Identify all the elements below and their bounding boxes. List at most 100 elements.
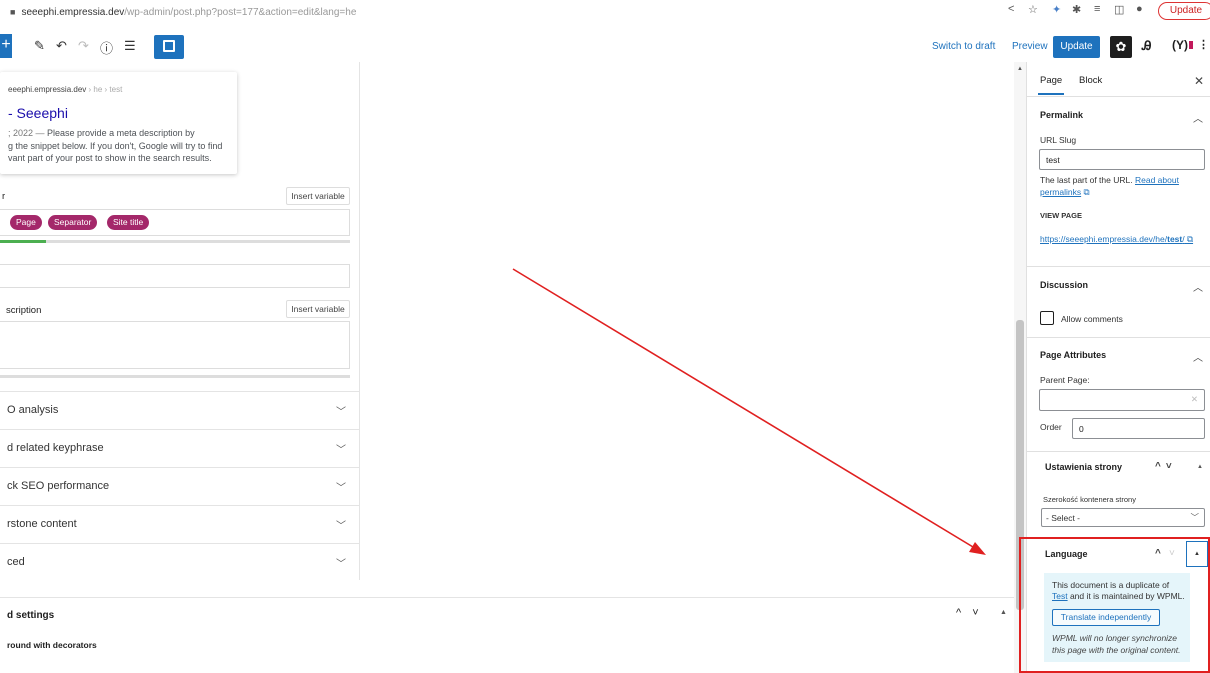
browser-url-bar[interactable]: ■ seeephi.empressia.dev /wp-admin/post.p…	[0, 0, 1210, 24]
add-block-button[interactable]: +	[0, 34, 12, 58]
undo-icon[interactable]: ↶	[56, 38, 67, 54]
variable-pill[interactable]: Page	[10, 215, 42, 230]
extension-icon[interactable]: ✦	[1052, 3, 1061, 16]
view-page-slug: test	[1167, 234, 1183, 244]
order-input[interactable]	[1072, 418, 1205, 439]
tab-page[interactable]: Page	[1040, 75, 1062, 86]
snippet-desc-line: Please provide a meta description by	[47, 128, 195, 138]
snippet-desc-line: vant part of your post to show in the se…	[8, 153, 212, 163]
chevron-down-icon: ﹀	[336, 483, 346, 494]
move-up-down-icon[interactable]: ^˅	[1155, 461, 1177, 472]
allow-comments-checkbox[interactable]	[1040, 311, 1054, 325]
snippet-url-host: eeephi.empressia.dev	[8, 85, 87, 94]
collapsible-related-keyphrase[interactable]: d related keyphrase ﹀	[0, 429, 360, 467]
redo-icon[interactable]: ↷	[78, 38, 89, 54]
order-label: Order	[1040, 422, 1062, 432]
snippet-url-path: › he › test	[86, 85, 123, 94]
url-slug-label: URL Slug	[1040, 135, 1077, 145]
chevron-up-icon[interactable]: ︿	[1193, 279, 1203, 294]
chevron-up-icon[interactable]: ︿	[1193, 349, 1203, 364]
read-about-link[interactable]: Read about	[1135, 175, 1179, 185]
variable-pill[interactable]: Site title	[107, 215, 150, 230]
block-inserter-toggle[interactable]	[154, 35, 184, 59]
snippet-url: eeephi.empressia.dev › he › test	[8, 85, 122, 94]
variable-pill[interactable]: Separator	[48, 215, 98, 230]
tab-block[interactable]: Block	[1079, 75, 1102, 86]
divider	[1027, 451, 1210, 452]
chevron-down-icon: ﹀	[336, 407, 346, 418]
sidepanel-icon[interactable]: ◫	[1114, 3, 1124, 16]
block-icon	[163, 40, 175, 52]
parent-page-combobox[interactable]: ✕	[1039, 389, 1205, 411]
url-slug-input[interactable]	[1039, 149, 1205, 170]
url-path: /wp-admin/post.php?post=177&action=edit&…	[124, 6, 357, 18]
slug-field[interactable]	[0, 264, 350, 288]
snippet-title: - Seeephi	[8, 105, 68, 121]
collapse-toggle-icon[interactable]: ▲	[1000, 609, 1007, 616]
settings-gear-icon[interactable]: ✿	[1110, 36, 1132, 58]
allow-comments-label: Allow comments	[1061, 314, 1123, 324]
url-host: seeephi.empressia.dev	[21, 6, 125, 18]
arrow-line	[512, 268, 979, 551]
meta-description-field[interactable]	[0, 321, 350, 369]
move-up-down-icon[interactable]: ^ ˅	[956, 607, 983, 619]
view-page-link[interactable]: https://seeephi.empressia.dev/he/test/ ⧉	[1040, 234, 1206, 246]
google-snippet-preview[interactable]: eeephi.empressia.dev › he › test - Seeep…	[0, 72, 237, 174]
view-page-label: VIEW PAGE	[1040, 211, 1082, 220]
tools-pencil-icon[interactable]: ✎	[34, 38, 45, 54]
chevron-down-icon: ﹀	[336, 559, 346, 570]
yoast-seo-button[interactable]: (Y)	[1172, 38, 1193, 52]
bookmark-star-icon[interactable]: ☆	[1028, 3, 1038, 16]
snippet-description: ; 2022 — Please provide a meta descripti…	[8, 127, 222, 165]
puzzle-icon[interactable]: ✱	[1072, 3, 1081, 16]
discussion-heading[interactable]: Discussion	[1040, 280, 1088, 290]
clear-icon[interactable]: ✕	[1191, 394, 1198, 405]
external-link-icon: ⧉	[1186, 234, 1194, 244]
collapse-toggle-icon[interactable]: ▲	[1197, 464, 1203, 470]
snippet-desc-line: g the snippet below. If you don't, Googl…	[8, 140, 223, 151]
editor-toolbar: + ✎ ↶ ↷ ⓘ ☰ Switch to draft Preview Upda…	[0, 30, 1210, 62]
meta-description-label: scription	[6, 305, 42, 316]
divider	[1027, 96, 1210, 97]
annotation-highlight-box	[1019, 537, 1210, 673]
collapsible-label: ced	[7, 556, 25, 568]
chevron-up-icon[interactable]: ︿	[1193, 110, 1203, 125]
details-info-icon[interactable]: ⓘ	[100, 38, 113, 57]
switch-to-draft-button[interactable]: Switch to draft	[932, 41, 995, 52]
insert-variable-button[interactable]: Insert variable	[286, 300, 350, 318]
more-options-icon[interactable]: ⋮	[1198, 38, 1209, 51]
chevron-down-icon: ﹀	[336, 521, 346, 532]
scroll-up-arrow-icon[interactable]: ▲	[1017, 66, 1023, 72]
collapsible-label: O analysis	[7, 404, 59, 416]
preview-button[interactable]: Preview	[1012, 41, 1048, 52]
share-icon[interactable]: <	[1008, 3, 1014, 15]
snippet-date: ; 2022 —	[8, 128, 48, 138]
ustawienia-heading[interactable]: Ustawienia strony	[1045, 462, 1122, 472]
permalink-heading[interactable]: Permalink	[1040, 110, 1083, 120]
insert-variable-button[interactable]: Insert variable	[286, 187, 350, 205]
permalinks-link[interactable]: permalinks	[1040, 187, 1081, 197]
update-button[interactable]: Update	[1053, 36, 1100, 58]
amp-plugin-icon[interactable]: Ꭿ	[1142, 38, 1151, 54]
container-width-label: Szerokość kontenera strony	[1043, 495, 1136, 504]
divider	[1027, 337, 1210, 338]
external-link-icon: ⧉	[1083, 186, 1090, 197]
container-width-select[interactable]: - Select - ﹀	[1041, 508, 1205, 527]
yoast-score-dot	[1189, 41, 1193, 49]
collapsible-seo-analysis[interactable]: O analysis ﹀	[0, 391, 360, 429]
page-attributes-heading[interactable]: Page Attributes	[1040, 350, 1106, 360]
yoast-icon: (Y)	[1172, 38, 1188, 52]
collapsible-cornerstone[interactable]: rstone content ﹀	[0, 505, 360, 543]
view-page-url: https://seeephi.empressia.dev/he/	[1040, 234, 1168, 244]
reading-list-icon[interactable]: ≡	[1094, 3, 1100, 15]
seo-title-label: r	[2, 191, 6, 202]
browser-update-button[interactable]: Update	[1158, 2, 1210, 20]
divider	[1027, 266, 1210, 267]
seo-title-progress	[0, 240, 350, 243]
collapsible-advanced[interactable]: ced ﹀	[0, 543, 360, 581]
list-view-icon[interactable]: ☰	[124, 38, 136, 54]
profile-icon[interactable]: ●	[1136, 3, 1143, 15]
site-info-icon[interactable]: ■	[10, 7, 15, 17]
close-icon[interactable]: ✕	[1194, 74, 1204, 88]
collapsible-track-seo[interactable]: ck SEO performance ﹀	[0, 467, 360, 505]
